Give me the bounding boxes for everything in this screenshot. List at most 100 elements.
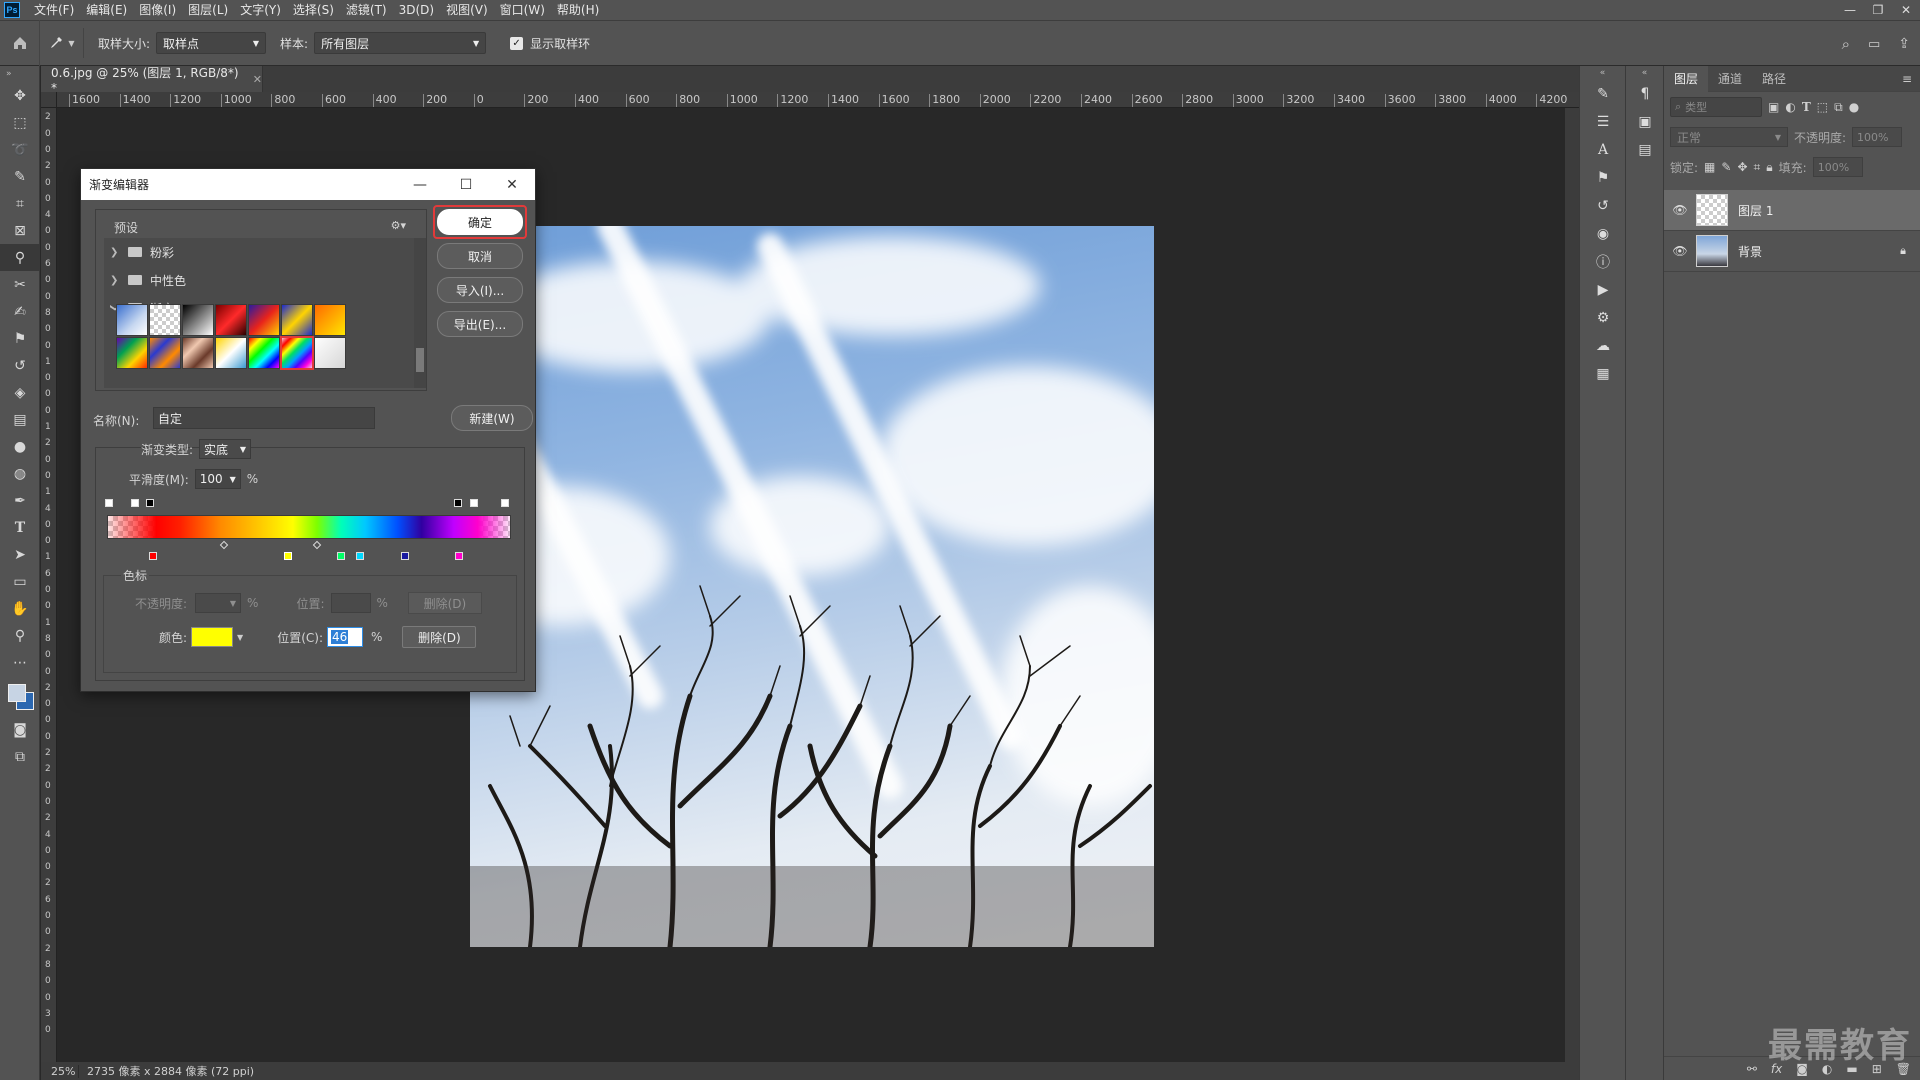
collapse-strip-icon[interactable]: « [1626, 66, 1663, 80]
menu-filter[interactable]: 滤镜(T) [340, 0, 393, 20]
gradient-swatch[interactable] [149, 304, 181, 336]
gradient-type-select[interactable]: 实底 ▼ [199, 439, 252, 459]
chevron-down-icon[interactable]: ▼ [237, 633, 243, 642]
filter-pixel-icon[interactable]: ▣ [1768, 100, 1779, 114]
color-stop[interactable] [337, 552, 345, 560]
opacity-field[interactable]: 100% [1852, 127, 1903, 147]
delete-color-stop-button[interactable]: 删除(D) [402, 626, 477, 648]
name-field[interactable]: 自定 [153, 407, 375, 429]
brush-tool-icon[interactable]: ✍ [0, 298, 40, 325]
stop-color-chip[interactable] [191, 627, 234, 647]
visibility-eye-icon[interactable]: 👁︎ [1664, 203, 1696, 217]
gradient-preview-bar[interactable] [107, 515, 511, 539]
horizontal-ruler[interactable]: 1600 1400 1200 1000 800 600 400 200 0 200 400 600 80… [57, 92, 1579, 108]
canvas-vertical-scrollbar[interactable] [1565, 108, 1579, 1062]
tab-paths[interactable]: 路径 [1752, 66, 1796, 92]
table-icon[interactable]: ▦ [1580, 360, 1626, 388]
move-tool-icon[interactable]: ✥ [0, 82, 40, 109]
collapse-toolbar-icon[interactable]: » [0, 66, 39, 82]
3d-icon[interactable]: ☁ [1580, 332, 1626, 360]
rectangle-tool-icon[interactable]: ▭ [0, 568, 40, 595]
more-tools-icon[interactable]: ⋯ [0, 649, 40, 676]
gradient-tool-icon[interactable]: ▤ [0, 406, 40, 433]
preset-folder[interactable]: ❯ 粉彩 [104, 238, 414, 266]
lock-transparent-icon[interactable]: ▦ [1704, 160, 1715, 174]
tool-preset-picker[interactable]: ▼ [40, 28, 84, 58]
stop-position-field[interactable]: 46 [327, 627, 363, 647]
color-stop[interactable] [149, 552, 157, 560]
color-stop[interactable] [401, 552, 409, 560]
panel-menu-icon[interactable]: ≡ [1902, 72, 1920, 86]
close-window-button[interactable]: ✕ [1892, 0, 1920, 20]
share-icon[interactable]: ⇪ [1898, 36, 1910, 52]
foreground-color[interactable] [8, 684, 26, 702]
zoom-level[interactable]: 25% [41, 1064, 79, 1078]
menu-help[interactable]: 帮助(H) [551, 0, 605, 20]
path-select-tool-icon[interactable]: ➤ [0, 541, 40, 568]
gradient-swatch[interactable] [116, 304, 148, 336]
opacity-stop[interactable] [454, 499, 462, 507]
color-icon[interactable]: ◉ [1580, 220, 1626, 248]
new-button[interactable]: 新建(W) [451, 405, 533, 431]
color-stop[interactable] [356, 552, 364, 560]
cancel-button[interactable]: 取消 [437, 243, 523, 269]
import-button[interactable]: 导入(I)... [437, 277, 523, 303]
properties-icon[interactable]: ⚙ [1580, 304, 1626, 332]
adjustments-icon[interactable]: ☰ [1580, 108, 1626, 136]
minimize-button[interactable]: — [1836, 0, 1864, 20]
history-brush-tool-icon[interactable]: ↺ [0, 352, 40, 379]
quick-select-tool-icon[interactable]: ✎ [0, 163, 40, 190]
scrollbar-thumb[interactable] [416, 348, 424, 372]
lock-position-icon[interactable]: ✥ [1737, 160, 1747, 174]
dialog-minimize-button[interactable]: — [397, 169, 443, 200]
menu-type[interactable]: 文字(Y) [234, 0, 287, 20]
filter-toggle-icon[interactable]: ● [1849, 100, 1859, 114]
layer-row[interactable]: 👁︎ 背景 🔒︎ [1664, 231, 1920, 272]
collapse-strip-icon[interactable]: « [1580, 66, 1625, 80]
healing-tool-icon[interactable]: ✂ [0, 271, 40, 298]
dialog-maximize-button[interactable]: ☐ [443, 169, 489, 200]
filter-type-icon[interactable]: T [1802, 100, 1811, 114]
menu-select[interactable]: 选择(S) [287, 0, 340, 20]
gradient-swatch[interactable] [281, 304, 313, 336]
type-tool-icon[interactable]: T [0, 514, 40, 541]
gear-icon[interactable]: ⚙▾ [391, 219, 406, 232]
link-layers-icon[interactable]: ⚯ [1747, 1062, 1757, 1076]
home-button[interactable] [0, 20, 40, 66]
hand-tool-icon[interactable]: ✋ [0, 595, 40, 622]
preset-folder[interactable]: ❯ 中性色 [104, 266, 414, 294]
blend-mode-select[interactable]: 正常 ▼ [1670, 127, 1788, 147]
zoom-tool-icon[interactable]: ⚲ [0, 622, 40, 649]
workspace-icon[interactable]: ▭ [1868, 37, 1880, 52]
preset-scrollbar[interactable] [414, 238, 426, 388]
history-icon[interactable]: ↺ [1580, 192, 1626, 220]
layer-filter-select[interactable]: ⌕ 类型 [1670, 97, 1762, 117]
sample-size-select[interactable]: 取样点 ▼ [156, 32, 267, 54]
layer-row[interactable]: 👁︎ 图层 1 [1664, 190, 1920, 231]
document-tab[interactable]: 0.6.jpg @ 25% (图层 1, RGB/8*) * ✕ [41, 66, 263, 95]
visibility-eye-icon[interactable]: 👁︎ [1664, 244, 1696, 258]
menu-file[interactable]: 文件(F) [28, 0, 80, 20]
gradient-swatch[interactable] [248, 304, 280, 336]
smoothness-field[interactable]: 100 ▼ [194, 469, 241, 489]
color-stop[interactable] [455, 552, 463, 560]
lock-all-icon[interactable]: 🔒︎ [1766, 160, 1772, 175]
gradient-swatch[interactable] [248, 337, 280, 369]
opacity-stop[interactable] [146, 499, 154, 507]
filter-shape-icon[interactable]: ⬚ [1817, 100, 1828, 114]
paragraph-icon[interactable]: ¶ [1626, 80, 1664, 108]
document-image[interactable] [470, 226, 1154, 947]
tab-channels[interactable]: 通道 [1708, 66, 1752, 92]
gradient-swatch[interactable] [116, 337, 148, 369]
marquee-tool-icon[interactable]: ⬚ [0, 109, 40, 136]
gradient-swatch[interactable] [215, 304, 247, 336]
dialog-close-button[interactable]: ✕ [489, 169, 535, 200]
brush-settings-icon[interactable]: ✎ [1580, 80, 1626, 108]
restore-button[interactable]: ❐ [1864, 0, 1892, 20]
color-swatches[interactable] [0, 676, 39, 716]
gradient-swatch[interactable] [182, 337, 214, 369]
frame-tool-icon[interactable]: ⊠ [0, 217, 40, 244]
lasso-tool-icon[interactable]: ➰ [0, 136, 40, 163]
opacity-stop[interactable] [501, 499, 509, 507]
libraries-icon[interactable]: ▣ [1626, 108, 1664, 136]
